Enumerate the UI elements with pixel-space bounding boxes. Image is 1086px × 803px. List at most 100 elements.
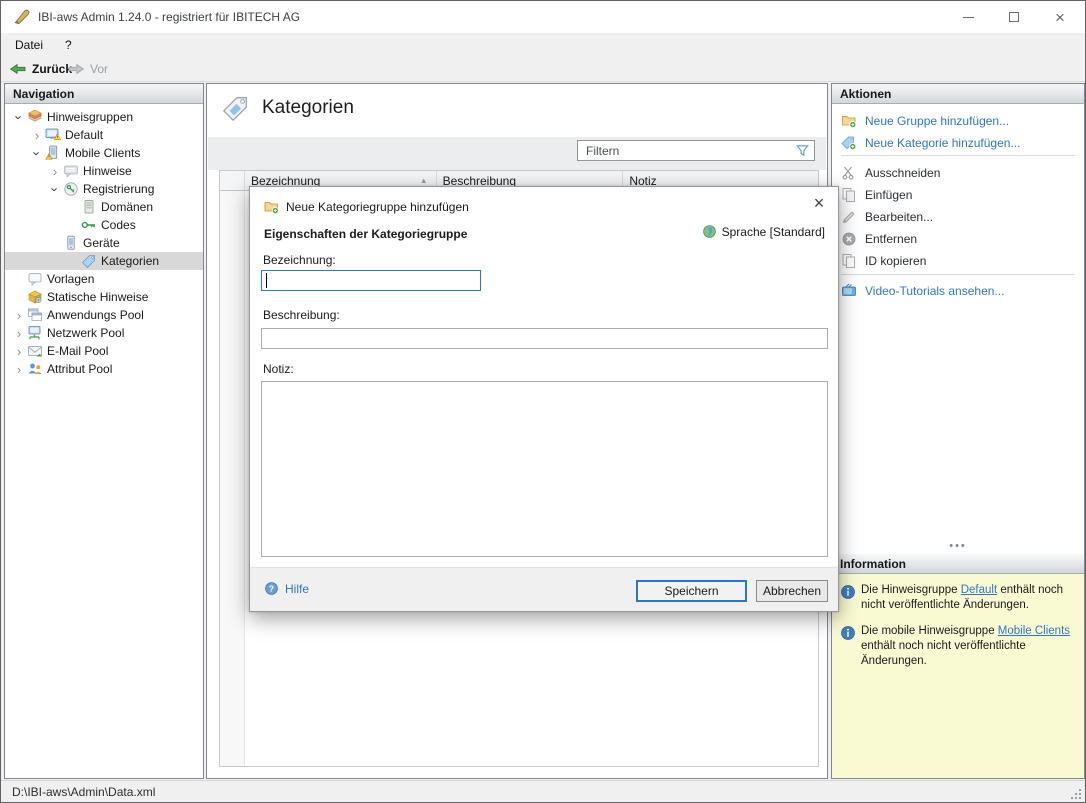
chevron-down-icon[interactable]	[11, 111, 27, 124]
navigation-header: Navigation	[5, 84, 203, 104]
nav-item-label: Codes	[101, 218, 136, 232]
app-logo-icon	[12, 8, 30, 26]
nav-item-geraete[interactable]: Geräte	[5, 234, 203, 252]
chevron-right-icon[interactable]	[29, 129, 45, 142]
chevron-down-icon[interactable]	[29, 147, 45, 160]
applications-icon	[27, 307, 43, 323]
network-monitor-icon	[27, 325, 43, 341]
nav-item-label: Netzwerk Pool	[47, 326, 124, 340]
maximize-icon	[1009, 12, 1019, 22]
chevron-right-icon[interactable]	[11, 309, 27, 322]
mobile-warning-icon	[45, 145, 61, 161]
action-bearbeiten[interactable]: Bearbeiten...	[832, 206, 1084, 228]
right-panel: Aktionen Neue Gruppe hinzufügen... Neue …	[831, 83, 1085, 779]
bezeichnung-field[interactable]	[261, 270, 481, 291]
maximize-button[interactable]	[991, 1, 1037, 33]
action-ausschneiden[interactable]: Ausschneiden	[832, 162, 1084, 184]
nav-item-label: Domänen	[101, 200, 153, 214]
action-neue-kategorie[interactable]: Neue Kategorie hinzufügen...	[832, 132, 1084, 154]
nav-item-label: Attribut Pool	[47, 362, 112, 376]
nav-item-codes[interactable]: Codes	[5, 216, 203, 234]
actions-separator	[841, 274, 1075, 275]
title-bar: IBI-aws Admin 1.24.0 - registriert für I…	[1, 1, 1085, 33]
nav-item-registrierung[interactable]: Registrierung	[5, 180, 203, 198]
window-controls: ×	[945, 1, 1083, 33]
filter-input[interactable]	[577, 140, 815, 161]
filter-toolbar	[208, 137, 826, 170]
action-einfuegen[interactable]: Einfügen	[832, 184, 1084, 206]
beschreibung-field[interactable]	[261, 328, 828, 349]
folder-add-icon	[841, 113, 857, 129]
back-arrow-icon	[9, 62, 27, 76]
panel-splitter-handle[interactable]: •••	[832, 542, 1084, 550]
nav-item-hinweisgruppen[interactable]: Hinweisgruppen	[5, 108, 203, 126]
info-icon	[840, 625, 856, 641]
dialog-close-button[interactable]: ×	[808, 192, 830, 214]
back-button[interactable]: Zurück	[9, 58, 72, 80]
row-selector-column-header[interactable]	[220, 171, 245, 190]
globe-icon	[702, 224, 717, 239]
menu-datei[interactable]: Datei	[15, 38, 43, 52]
minimize-button[interactable]	[945, 1, 991, 33]
filter-funnel-icon[interactable]	[795, 143, 810, 158]
action-id-kopieren[interactable]: ID kopieren	[832, 250, 1084, 272]
nav-item-label: Statische Hinweise	[47, 290, 148, 304]
nav-item-label: E-Mail Pool	[47, 344, 108, 358]
device-phone-icon	[63, 235, 79, 251]
close-button[interactable]: ×	[1037, 1, 1083, 33]
language-selector[interactable]: Sprache [Standard]	[702, 224, 825, 239]
dialog-section-label: Eigenschaften der Kategoriegruppe	[264, 227, 467, 241]
chevron-right-icon[interactable]	[47, 165, 63, 178]
nav-item-netzwerk-pool[interactable]: Netzwerk Pool	[5, 324, 203, 342]
nav-item-default[interactable]: Default	[5, 126, 203, 144]
menu-help[interactable]: ?	[65, 38, 72, 52]
copy-icon	[841, 253, 857, 269]
monitor-warning-icon	[45, 127, 61, 143]
info-item: Die Hinweisgruppe Default enthält noch n…	[840, 583, 1076, 613]
registration-key-icon	[63, 181, 79, 197]
folder-add-icon	[263, 199, 280, 215]
category-tag-icon	[221, 93, 251, 123]
nav-item-email-pool[interactable]: E-Mail Pool	[5, 342, 203, 360]
nav-item-anwendungs-pool[interactable]: Anwendungs Pool	[5, 306, 203, 324]
cancel-button[interactable]: Abbrechen	[756, 580, 828, 602]
chevron-down-icon[interactable]	[47, 183, 63, 196]
navigation-panel: Navigation Hinweisgruppen	[4, 83, 204, 779]
save-button[interactable]: Speichern	[636, 580, 747, 602]
nav-item-statische-hinweise[interactable]: Statische Hinweise	[5, 288, 203, 306]
domain-server-icon	[81, 199, 97, 215]
nav-item-vorlagen[interactable]: Vorlagen	[5, 270, 203, 288]
nav-item-attribut-pool[interactable]: Attribut Pool	[5, 360, 203, 378]
info-link-default[interactable]: Default	[961, 584, 997, 596]
info-link-mobile-clients[interactable]: Mobile Clients	[998, 625, 1070, 637]
notiz-field[interactable]	[261, 381, 828, 557]
nav-item-mobile-clients[interactable]: Mobile Clients	[5, 144, 203, 162]
help-icon: ?	[264, 581, 279, 596]
nav-item-hinweise[interactable]: Hinweise	[5, 162, 203, 180]
action-entfernen[interactable]: Entfernen	[832, 228, 1084, 250]
chevron-right-icon[interactable]	[11, 327, 27, 340]
nav-item-label: Mobile Clients	[65, 146, 140, 160]
help-link[interactable]: ? Hilfe	[264, 581, 309, 596]
toolbar: Zurück Vor	[1, 56, 1085, 82]
info-icon	[840, 584, 856, 600]
status-file-path: D:\IBI-aws\Admin\Data.xml	[12, 785, 155, 799]
forward-arrow-icon	[67, 62, 85, 76]
action-neue-gruppe[interactable]: Neue Gruppe hinzufügen...	[832, 110, 1084, 132]
nav-item-label: Hinweise	[83, 164, 132, 178]
nav-item-domaenen[interactable]: Domänen	[5, 198, 203, 216]
resize-grip[interactable]	[1069, 787, 1081, 799]
chevron-right-icon[interactable]	[11, 363, 27, 376]
notice-groups-stack-icon	[27, 109, 43, 125]
nav-item-label: Geräte	[83, 236, 120, 250]
remove-circle-icon	[841, 231, 857, 247]
nav-item-kategorien[interactable]: Kategorien	[5, 252, 203, 270]
dialog-title: Neue Kategoriegruppe hinzufügen	[286, 200, 469, 214]
chevron-right-icon[interactable]	[11, 345, 27, 358]
forward-button[interactable]: Vor	[67, 58, 108, 80]
nav-item-label: Kategorien	[101, 254, 159, 268]
nav-item-label: Default	[65, 128, 103, 142]
static-package-icon	[27, 289, 43, 305]
notices-bubble-icon	[63, 163, 79, 179]
action-video-tutorials[interactable]: Video-Tutorials ansehen...	[832, 280, 1084, 302]
